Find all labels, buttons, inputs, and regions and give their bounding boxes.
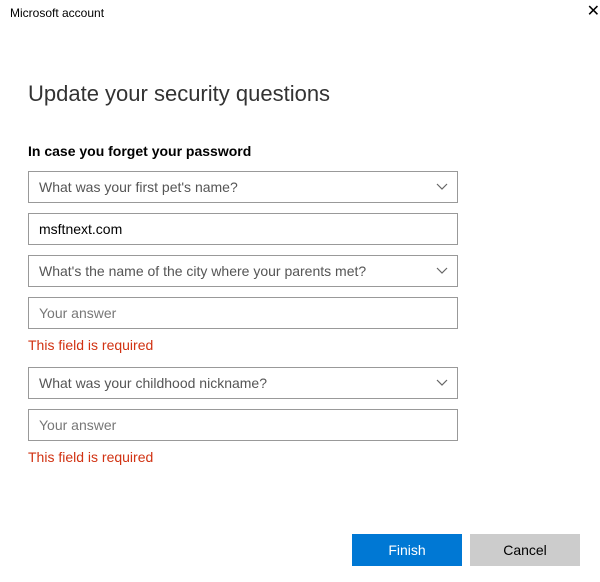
page-title: Update your security questions — [28, 81, 572, 107]
close-icon[interactable]: ✕ — [587, 4, 600, 20]
question-select-value: What was your childhood nickname? — [39, 375, 267, 391]
page-subtitle: In case you forget your password — [28, 143, 572, 159]
question-select-value: What was your first pet's name? — [39, 179, 238, 195]
question-select-value: What's the name of the city where your p… — [39, 263, 366, 279]
content-area: Update your security questions In case y… — [0, 81, 600, 465]
question-group-1: What was your first pet's name? — [28, 171, 572, 245]
error-message-3: This field is required — [28, 449, 572, 465]
button-row: Finish Cancel — [352, 534, 580, 566]
window-titlebar: Microsoft account — [0, 0, 600, 26]
question-group-2: What's the name of the city where your p… — [28, 255, 572, 353]
answer-input-1[interactable] — [28, 213, 458, 245]
question-select-2[interactable]: What's the name of the city where your p… — [28, 255, 458, 287]
finish-button[interactable]: Finish — [352, 534, 462, 566]
question-select-1[interactable]: What was your first pet's name? — [28, 171, 458, 203]
answer-input-2[interactable] — [28, 297, 458, 329]
window-title: Microsoft account — [10, 6, 104, 20]
answer-input-3[interactable] — [28, 409, 458, 441]
error-message-2: This field is required — [28, 337, 572, 353]
cancel-button[interactable]: Cancel — [470, 534, 580, 566]
question-group-3: What was your childhood nickname? This f… — [28, 367, 572, 465]
question-select-3[interactable]: What was your childhood nickname? — [28, 367, 458, 399]
